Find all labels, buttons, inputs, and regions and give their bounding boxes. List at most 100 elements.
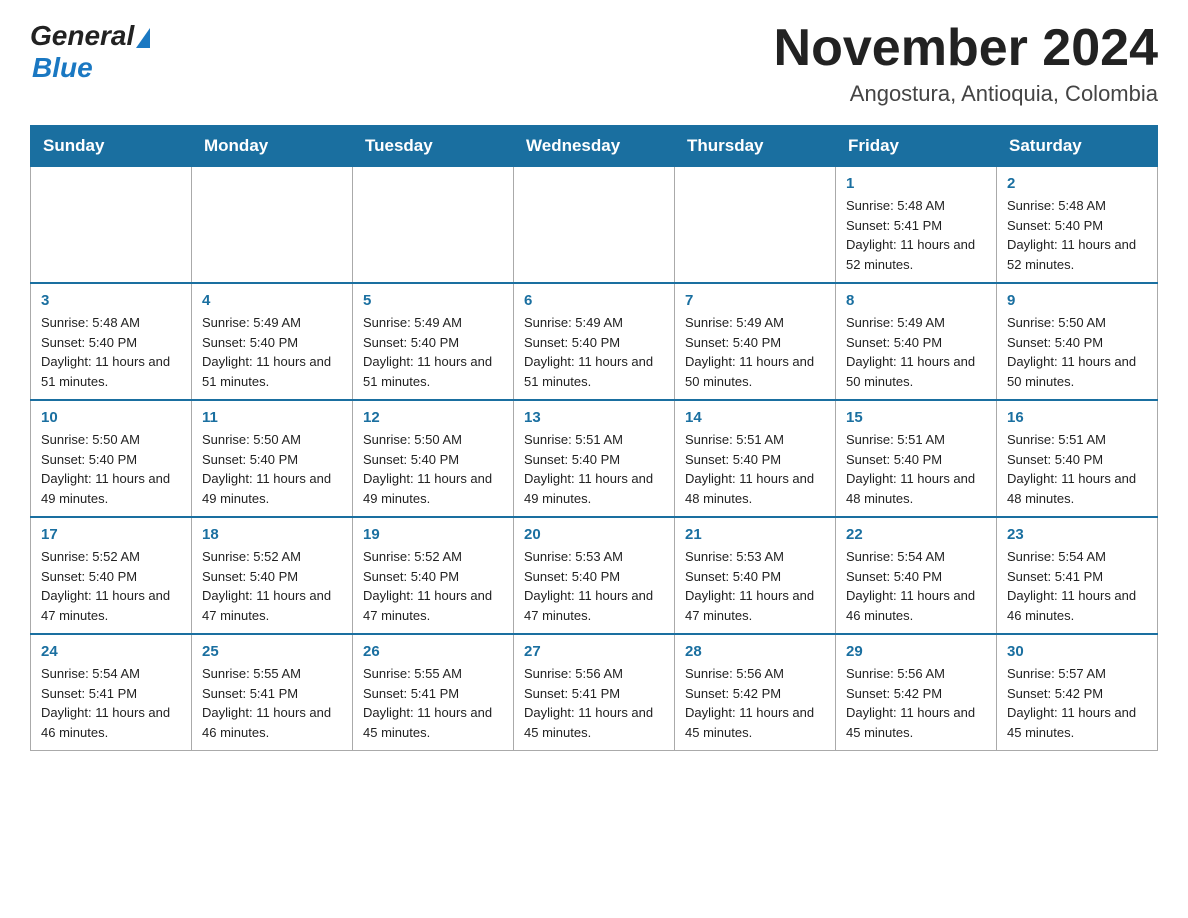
calendar-cell: 30 Sunrise: 5:57 AM Sunset: 5:42 PM Dayli… <box>997 634 1158 751</box>
title-area: November 2024 Angostura, Antioquia, Colo… <box>774 20 1158 107</box>
day-of-week-header: Sunday <box>31 126 192 167</box>
day-info: Sunrise: 5:49 AM Sunset: 5:40 PM Dayligh… <box>363 313 503 391</box>
day-info: Sunrise: 5:56 AM Sunset: 5:42 PM Dayligh… <box>846 664 986 742</box>
location: Angostura, Antioquia, Colombia <box>774 81 1158 107</box>
calendar-cell: 14 Sunrise: 5:51 AM Sunset: 5:40 PM Dayli… <box>675 400 836 517</box>
calendar-cell: 20 Sunrise: 5:53 AM Sunset: 5:40 PM Dayli… <box>514 517 675 634</box>
calendar-cell: 15 Sunrise: 5:51 AM Sunset: 5:40 PM Dayli… <box>836 400 997 517</box>
calendar-cell: 8 Sunrise: 5:49 AM Sunset: 5:40 PM Daylig… <box>836 283 997 400</box>
day-info: Sunrise: 5:49 AM Sunset: 5:40 PM Dayligh… <box>524 313 664 391</box>
day-info: Sunrise: 5:51 AM Sunset: 5:40 PM Dayligh… <box>1007 430 1147 508</box>
day-number: 11 <box>202 409 342 426</box>
day-number: 2 <box>1007 175 1147 192</box>
day-number: 18 <box>202 526 342 543</box>
day-info: Sunrise: 5:57 AM Sunset: 5:42 PM Dayligh… <box>1007 664 1147 742</box>
day-info: Sunrise: 5:52 AM Sunset: 5:40 PM Dayligh… <box>202 547 342 625</box>
day-number: 15 <box>846 409 986 426</box>
calendar-cell: 23Sunrise: 5:54 AM Sunset: 5:41 PM Dayli… <box>997 517 1158 634</box>
calendar-cell: 13 Sunrise: 5:51 AM Sunset: 5:40 PM Dayli… <box>514 400 675 517</box>
day-number: 16 <box>1007 409 1147 426</box>
calendar-cell: 2 Sunrise: 5:48 AM Sunset: 5:40 PM Daylig… <box>997 167 1158 284</box>
day-info: Sunrise: 5:49 AM Sunset: 5:40 PM Dayligh… <box>202 313 342 391</box>
calendar-cell: 25 Sunrise: 5:55 AM Sunset: 5:41 PM Dayli… <box>192 634 353 751</box>
day-info: Sunrise: 5:50 AM Sunset: 5:40 PM Dayligh… <box>41 430 181 508</box>
calendar-cell: 24 Sunrise: 5:54 AM Sunset: 5:41 PM Dayli… <box>31 634 192 751</box>
logo: General Blue <box>30 20 150 84</box>
page-header: General Blue November 2024 Angostura, An… <box>30 20 1158 107</box>
calendar-cell: 27 Sunrise: 5:56 AM Sunset: 5:41 PM Dayli… <box>514 634 675 751</box>
day-number: 21 <box>685 526 825 543</box>
day-info: Sunrise: 5:53 AM Sunset: 5:40 PM Dayligh… <box>685 547 825 625</box>
day-number: 7 <box>685 292 825 309</box>
day-info: Sunrise: 5:50 AM Sunset: 5:40 PM Dayligh… <box>1007 313 1147 391</box>
day-info: Sunrise: 5:50 AM Sunset: 5:40 PM Dayligh… <box>363 430 503 508</box>
day-number: 24 <box>41 643 181 660</box>
day-number: 17 <box>41 526 181 543</box>
day-number: 28 <box>685 643 825 660</box>
day-of-week-header: Saturday <box>997 126 1158 167</box>
day-number: 22 <box>846 526 986 543</box>
day-number: 25 <box>202 643 342 660</box>
day-number: 20 <box>524 526 664 543</box>
logo-general-text: General <box>30 20 134 52</box>
calendar-cell: 28 Sunrise: 5:56 AM Sunset: 5:42 PM Dayli… <box>675 634 836 751</box>
calendar-cell: 4Sunrise: 5:49 AM Sunset: 5:40 PM Daylig… <box>192 283 353 400</box>
calendar-week-row: 17 Sunrise: 5:52 AM Sunset: 5:40 PM Dayli… <box>31 517 1158 634</box>
calendar-cell <box>192 167 353 284</box>
day-number: 19 <box>363 526 503 543</box>
calendar-cell <box>353 167 514 284</box>
day-number: 13 <box>524 409 664 426</box>
calendar-cell: 29 Sunrise: 5:56 AM Sunset: 5:42 PM Dayli… <box>836 634 997 751</box>
calendar-header-row: SundayMondayTuesdayWednesdayThursdayFrid… <box>31 126 1158 167</box>
calendar-cell <box>514 167 675 284</box>
day-info: Sunrise: 5:56 AM Sunset: 5:41 PM Dayligh… <box>524 664 664 742</box>
calendar-cell: 10 Sunrise: 5:50 AM Sunset: 5:40 PM Dayli… <box>31 400 192 517</box>
calendar-cell: 21 Sunrise: 5:53 AM Sunset: 5:40 PM Dayli… <box>675 517 836 634</box>
calendar-cell: 12 Sunrise: 5:50 AM Sunset: 5:40 PM Dayli… <box>353 400 514 517</box>
calendar-cell <box>675 167 836 284</box>
calendar-cell: 9 Sunrise: 5:50 AM Sunset: 5:40 PM Daylig… <box>997 283 1158 400</box>
day-info: Sunrise: 5:56 AM Sunset: 5:42 PM Dayligh… <box>685 664 825 742</box>
day-info: Sunrise: 5:54 AM Sunset: 5:41 PM Dayligh… <box>41 664 181 742</box>
month-title: November 2024 <box>774 20 1158 77</box>
calendar-cell: 19 Sunrise: 5:52 AM Sunset: 5:40 PM Dayli… <box>353 517 514 634</box>
day-info: Sunrise: 5:48 AM Sunset: 5:40 PM Dayligh… <box>1007 196 1147 274</box>
day-number: 27 <box>524 643 664 660</box>
day-info: Sunrise: 5:49 AM Sunset: 5:40 PM Dayligh… <box>846 313 986 391</box>
day-of-week-header: Friday <box>836 126 997 167</box>
calendar-cell: 11Sunrise: 5:50 AM Sunset: 5:40 PM Dayli… <box>192 400 353 517</box>
calendar-cell: 6 Sunrise: 5:49 AM Sunset: 5:40 PM Daylig… <box>514 283 675 400</box>
day-info: Sunrise: 5:54 AM Sunset: 5:40 PM Dayligh… <box>846 547 986 625</box>
day-info: Sunrise: 5:54 AM Sunset: 5:41 PM Dayligh… <box>1007 547 1147 625</box>
calendar-table: SundayMondayTuesdayWednesdayThursdayFrid… <box>30 125 1158 751</box>
calendar-cell: 18 Sunrise: 5:52 AM Sunset: 5:40 PM Dayli… <box>192 517 353 634</box>
day-number: 10 <box>41 409 181 426</box>
day-info: Sunrise: 5:52 AM Sunset: 5:40 PM Dayligh… <box>363 547 503 625</box>
day-number: 12 <box>363 409 503 426</box>
calendar-week-row: 24 Sunrise: 5:54 AM Sunset: 5:41 PM Dayli… <box>31 634 1158 751</box>
day-number: 29 <box>846 643 986 660</box>
calendar-cell: 3Sunrise: 5:48 AM Sunset: 5:40 PM Daylig… <box>31 283 192 400</box>
day-info: Sunrise: 5:51 AM Sunset: 5:40 PM Dayligh… <box>685 430 825 508</box>
day-number: 8 <box>846 292 986 309</box>
day-info: Sunrise: 5:51 AM Sunset: 5:40 PM Dayligh… <box>524 430 664 508</box>
day-info: Sunrise: 5:55 AM Sunset: 5:41 PM Dayligh… <box>202 664 342 742</box>
calendar-cell: 7Sunrise: 5:49 AM Sunset: 5:40 PM Daylig… <box>675 283 836 400</box>
day-number: 3 <box>41 292 181 309</box>
day-info: Sunrise: 5:48 AM Sunset: 5:41 PM Dayligh… <box>846 196 986 274</box>
day-number: 26 <box>363 643 503 660</box>
calendar-week-row: 1 Sunrise: 5:48 AM Sunset: 5:41 PM Daylig… <box>31 167 1158 284</box>
calendar-week-row: 10 Sunrise: 5:50 AM Sunset: 5:40 PM Dayli… <box>31 400 1158 517</box>
day-number: 30 <box>1007 643 1147 660</box>
day-of-week-header: Monday <box>192 126 353 167</box>
day-info: Sunrise: 5:55 AM Sunset: 5:41 PM Dayligh… <box>363 664 503 742</box>
logo-blue-text: Blue <box>32 52 93 84</box>
day-number: 9 <box>1007 292 1147 309</box>
day-of-week-header: Wednesday <box>514 126 675 167</box>
day-info: Sunrise: 5:53 AM Sunset: 5:40 PM Dayligh… <box>524 547 664 625</box>
day-number: 1 <box>846 175 986 192</box>
day-number: 14 <box>685 409 825 426</box>
day-number: 6 <box>524 292 664 309</box>
day-info: Sunrise: 5:51 AM Sunset: 5:40 PM Dayligh… <box>846 430 986 508</box>
day-of-week-header: Thursday <box>675 126 836 167</box>
